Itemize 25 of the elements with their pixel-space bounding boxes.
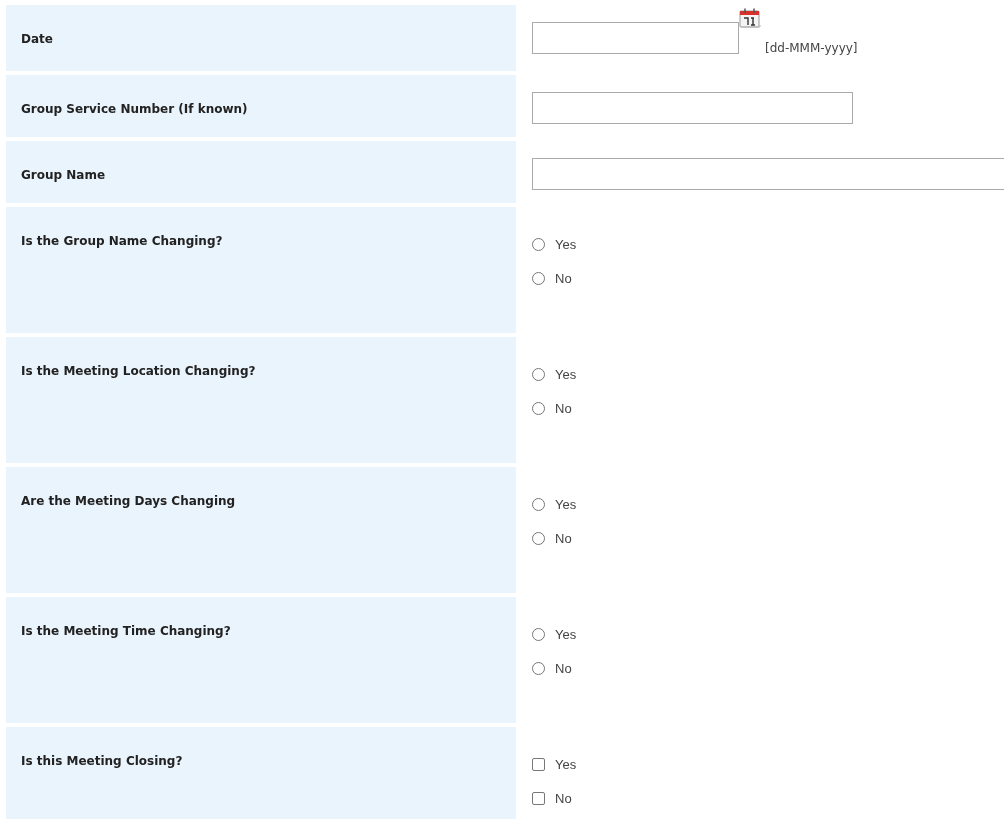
field-label: Is the Meeting Location Changing?	[21, 364, 256, 378]
checkbox-option[interactable]: Yes	[532, 754, 1004, 774]
radio-option[interactable]: No	[532, 398, 1004, 418]
calendar-icon[interactable]	[739, 8, 761, 29]
field-label: Are the Meeting Days Changing	[21, 494, 236, 508]
text-field[interactable]	[532, 158, 1004, 190]
field-label: Is the Meeting Time Changing?	[21, 624, 231, 638]
radio-option[interactable]: Yes	[532, 364, 1004, 384]
field-label: Is the Group Name Changing?	[21, 234, 223, 248]
date-field[interactable]	[532, 22, 739, 54]
radio-option[interactable]: No	[532, 268, 1004, 288]
radio-option[interactable]: No	[532, 528, 1004, 548]
checkbox[interactable]	[532, 791, 545, 805]
radio-option[interactable]: Yes	[532, 234, 1004, 254]
radio-option[interactable]: Yes	[532, 624, 1004, 644]
text-field[interactable]	[532, 92, 853, 124]
radio-option[interactable]: No	[532, 658, 1004, 678]
field-label: Is this Meeting Closing?	[21, 754, 183, 768]
radio-option[interactable]: Yes	[532, 494, 1004, 514]
checkbox-option[interactable]: No	[532, 788, 1004, 808]
checkbox[interactable]	[532, 757, 545, 771]
field-label: Date	[21, 32, 53, 46]
date-format-hint: [dd-MMM-yyyy]	[765, 41, 858, 55]
field-label: Group Service Number (If known)	[21, 102, 248, 116]
field-label: Group Name	[21, 168, 106, 182]
